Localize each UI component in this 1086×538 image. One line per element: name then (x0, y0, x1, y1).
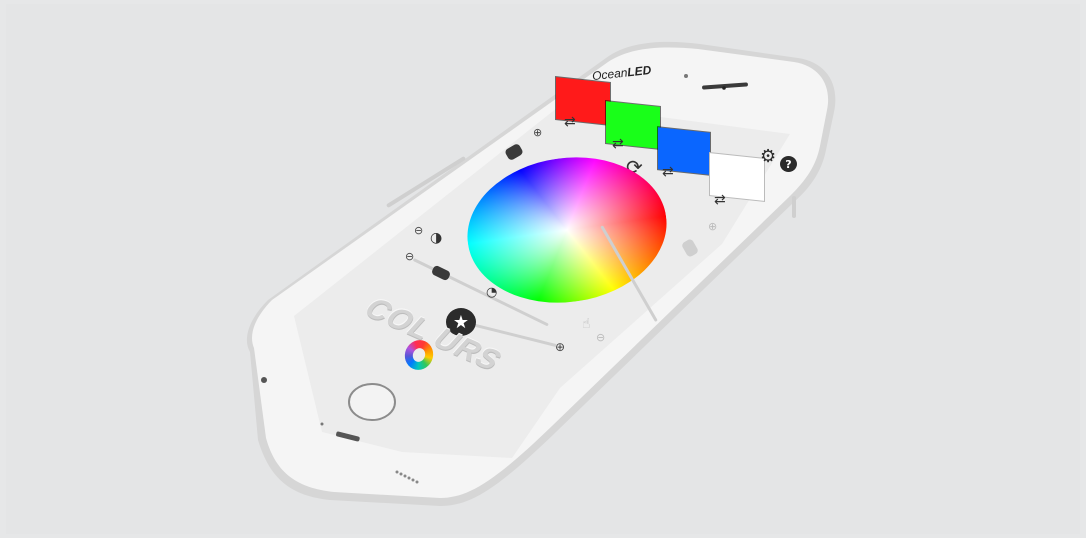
minus-icon[interactable]: ⊖ (405, 250, 414, 263)
plus-icon[interactable]: ⊕ (555, 340, 565, 354)
minus-icon[interactable]: ⊖ (596, 331, 605, 344)
app-screen: OceanLED ⇄ ⇄ ⇄ ⇄ ⚙ ? ⟳ ⊕ ⊖ ◑ ⊖ ◔ ⊕ ⊕ ☝ ⊖… (0, 0, 1086, 538)
speedometer-icon: ◔ (486, 285, 498, 300)
right-slider-thumb[interactable] (680, 238, 700, 258)
brightness-slider-thumb[interactable] (504, 142, 524, 162)
swatch-white-swap-icon[interactable]: ⇄ (714, 193, 726, 207)
swatch-green-swap-icon[interactable]: ⇄ (612, 137, 624, 151)
question-icon[interactable]: ? (780, 156, 797, 172)
plus-icon[interactable]: ⊕ (533, 126, 542, 139)
touch-icon: ☝ (582, 316, 591, 332)
gear-icon[interactable]: ⚙ (760, 146, 776, 167)
brand-logo: OceanLED (591, 63, 651, 83)
speed-slider-thumb[interactable] (430, 264, 452, 282)
contrast-icon: ◑ (430, 230, 443, 246)
brand-suffix: LED (626, 62, 652, 80)
swatch-red-swap-icon[interactable]: ⇄ (564, 115, 576, 129)
plus-icon[interactable]: ⊕ (708, 220, 717, 233)
swatch-blue-swap-icon[interactable]: ⇄ (662, 165, 674, 179)
brand-prefix: Ocean (591, 65, 629, 84)
minus-icon[interactable]: ⊖ (414, 224, 423, 237)
colours-logo-text: COL URS (356, 292, 510, 377)
brightness-slider-track[interactable] (385, 155, 467, 209)
